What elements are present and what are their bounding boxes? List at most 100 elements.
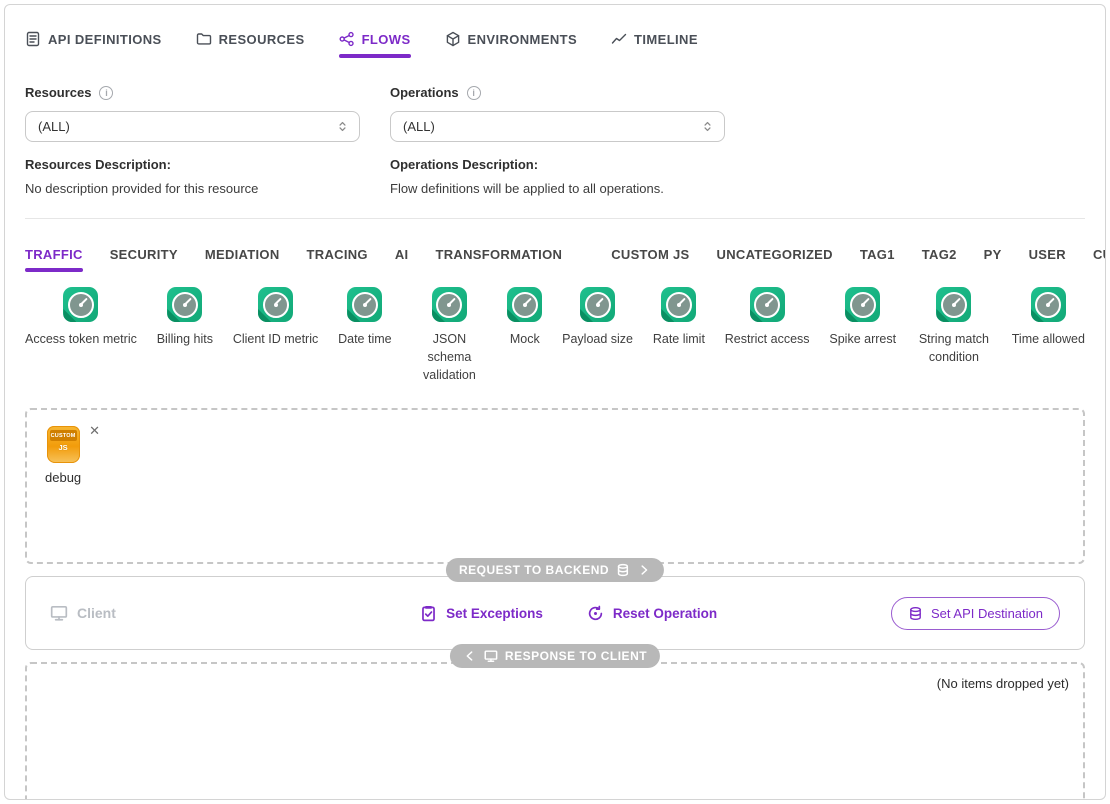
select-stepper-icon	[336, 120, 349, 133]
client-label: Client	[77, 605, 116, 621]
policy-item[interactable]: Access token metric	[25, 287, 137, 348]
gauge-icon	[167, 287, 202, 322]
response-divider-row: RESPONSE TO CLIENT	[25, 650, 1085, 662]
chevron-left-icon	[463, 649, 477, 663]
response-divider-label: RESPONSE TO CLIENT	[505, 649, 647, 663]
select-stepper-icon	[701, 120, 714, 133]
policy-item[interactable]: Mock	[507, 287, 542, 348]
tab-environments[interactable]: ENVIRONMENTS	[445, 31, 578, 49]
tab-label: FLOWS	[362, 32, 411, 47]
category-tab-mediation[interactable]: MEDIATION	[205, 247, 280, 262]
category-tab-security[interactable]: SECURITY	[110, 247, 178, 262]
category-tab-py[interactable]: PY	[984, 247, 1002, 262]
category-tab-user[interactable]: USER	[1029, 247, 1066, 262]
policy-label: JSON schema validation	[411, 330, 487, 384]
section-divider	[25, 218, 1085, 219]
resources-select-value: (ALL)	[38, 119, 70, 134]
tab-label: RESOURCES	[219, 32, 305, 47]
category-tab-traffic[interactable]: TRAFFIC	[25, 247, 83, 262]
set-api-destination-button[interactable]: Set API Destination	[891, 597, 1060, 630]
policy-label: String match condition	[916, 330, 992, 366]
gauge-icon	[661, 287, 696, 322]
policy-label: Time allowed	[1012, 330, 1085, 348]
timeline-icon	[611, 31, 627, 47]
custom-js-icon: CUSTOM JS	[47, 426, 80, 463]
set-exceptions-button[interactable]: Set Exceptions	[420, 605, 543, 622]
policy-label: Date time	[338, 330, 392, 348]
info-icon[interactable]: i	[99, 86, 113, 100]
filters-section: Resources i (ALL) Resources Description:…	[25, 85, 1085, 196]
policy-label: Payload size	[562, 330, 633, 348]
operations-select-value: (ALL)	[403, 119, 435, 134]
gauge-icon	[258, 287, 293, 322]
gauge-icon	[347, 287, 382, 322]
policy-item[interactable]: Restrict access	[725, 287, 810, 348]
category-tab-transformation[interactable]: TRANSFORMATION	[435, 247, 562, 262]
custom-js-badge-top: CUSTOM	[50, 430, 77, 441]
request-to-backend-badge: REQUEST TO BACKEND	[446, 558, 664, 582]
tab-flows[interactable]: FLOWS	[339, 31, 411, 49]
document-icon	[25, 31, 41, 47]
remove-icon[interactable]: ✕	[89, 424, 100, 437]
policy-item[interactable]: Billing hits	[157, 287, 213, 348]
operations-select[interactable]: (ALL)	[390, 111, 725, 142]
flows-panel: API DEFINITIONS RESOURCES FLOWS ENVIRONM…	[4, 4, 1106, 800]
policy-label: Spike arrest	[829, 330, 896, 348]
policy-item[interactable]: Rate limit	[653, 287, 705, 348]
category-tab-custom-java[interactable]: CUSTOM JAVA	[1093, 247, 1106, 262]
category-tab-uncategorized[interactable]: UNCATEGORIZED	[717, 247, 833, 262]
operations-column: Operations i (ALL) Operations Descriptio…	[390, 85, 725, 196]
policy-palette: Access token metric Billing hits Client …	[25, 287, 1085, 384]
tab-label: TIMELINE	[634, 32, 698, 47]
reset-operation-button[interactable]: Reset Operation	[587, 605, 717, 622]
category-tab-tag2[interactable]: TAG2	[922, 247, 957, 262]
gauge-icon	[507, 287, 542, 322]
response-to-client-badge: RESPONSE TO CLIENT	[450, 644, 660, 668]
category-tab-custom-js[interactable]: CUSTOM JS	[611, 247, 689, 262]
policy-item[interactable]: Spike arrest	[829, 287, 896, 348]
gauge-icon	[432, 287, 467, 322]
database-icon	[908, 606, 923, 621]
policy-item[interactable]: JSON schema validation	[411, 287, 487, 384]
reset-icon	[587, 605, 604, 622]
set-exceptions-label: Set Exceptions	[446, 606, 543, 621]
info-icon[interactable]: i	[467, 86, 481, 100]
category-tab-tracing[interactable]: TRACING	[307, 247, 368, 262]
resources-description-title: Resources Description:	[25, 157, 360, 172]
policy-item[interactable]: Client ID metric	[233, 287, 318, 348]
custom-js-badge-bottom: JS	[47, 443, 80, 452]
gauge-icon	[936, 287, 971, 322]
request-flow-dropzone[interactable]: CUSTOM JS debug ✕	[25, 408, 1085, 564]
tab-timeline[interactable]: TIMELINE	[611, 31, 698, 49]
resources-label: Resources	[25, 85, 91, 100]
policy-item[interactable]: Payload size	[562, 287, 633, 348]
request-divider-row: REQUEST TO BACKEND	[25, 564, 1085, 576]
monitor-icon	[50, 604, 68, 622]
dropped-policy-debug[interactable]: CUSTOM JS debug ✕	[45, 426, 100, 485]
tab-resources[interactable]: RESOURCES	[196, 31, 305, 49]
operations-description: Flow definitions will be applied to all …	[390, 181, 725, 196]
header-tab-bar: API DEFINITIONS RESOURCES FLOWS ENVIRONM…	[25, 31, 1085, 49]
category-tab-ai[interactable]: AI	[395, 247, 409, 262]
gauge-icon	[63, 287, 98, 322]
gauge-icon	[580, 287, 615, 322]
policy-item[interactable]: Date time	[338, 287, 392, 348]
tab-api-definitions[interactable]: API DEFINITIONS	[25, 31, 162, 49]
database-icon	[616, 563, 630, 577]
policy-item[interactable]: String match condition	[916, 287, 992, 366]
gauge-icon	[750, 287, 785, 322]
resources-select[interactable]: (ALL)	[25, 111, 360, 142]
tab-label: API DEFINITIONS	[48, 32, 162, 47]
client-node: Client	[50, 604, 116, 622]
folder-icon	[196, 31, 212, 47]
clipboard-check-icon	[420, 605, 437, 622]
policy-item[interactable]: Time allowed	[1012, 287, 1085, 348]
category-tab-tag1[interactable]: TAG1	[860, 247, 895, 262]
cube-icon	[445, 31, 461, 47]
resources-description: No description provided for this resourc…	[25, 181, 360, 196]
operations-description-title: Operations Description:	[390, 157, 725, 172]
gauge-icon	[845, 287, 880, 322]
response-flow-dropzone[interactable]: (No items dropped yet)	[25, 662, 1085, 800]
resources-column: Resources i (ALL) Resources Description:…	[25, 85, 360, 196]
dropped-policy-label: debug	[45, 470, 81, 485]
